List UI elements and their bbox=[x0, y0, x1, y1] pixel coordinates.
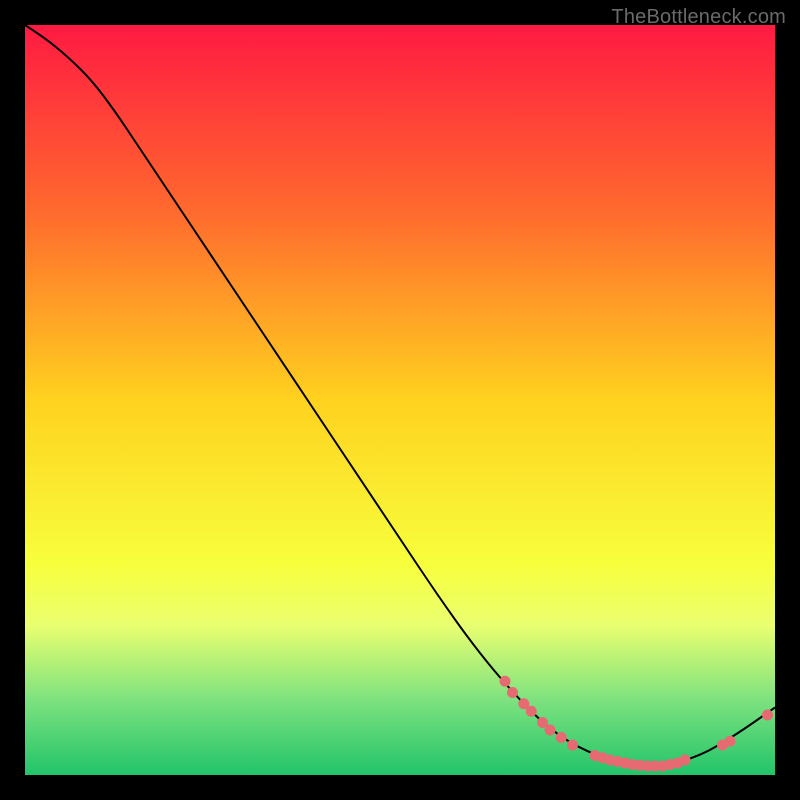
chart-point bbox=[526, 706, 537, 717]
chart-point bbox=[556, 732, 567, 743]
chart-plot-area bbox=[25, 25, 775, 775]
chart-point bbox=[500, 676, 511, 687]
watermark-text: TheBottleneck.com bbox=[611, 6, 786, 29]
chart-background bbox=[25, 25, 775, 775]
chart-point bbox=[680, 755, 691, 766]
chart-point bbox=[545, 725, 556, 736]
chart-point bbox=[725, 736, 736, 747]
chart-svg bbox=[25, 25, 775, 775]
chart-point bbox=[567, 740, 578, 751]
chart-point bbox=[762, 710, 773, 721]
chart-point bbox=[507, 687, 518, 698]
